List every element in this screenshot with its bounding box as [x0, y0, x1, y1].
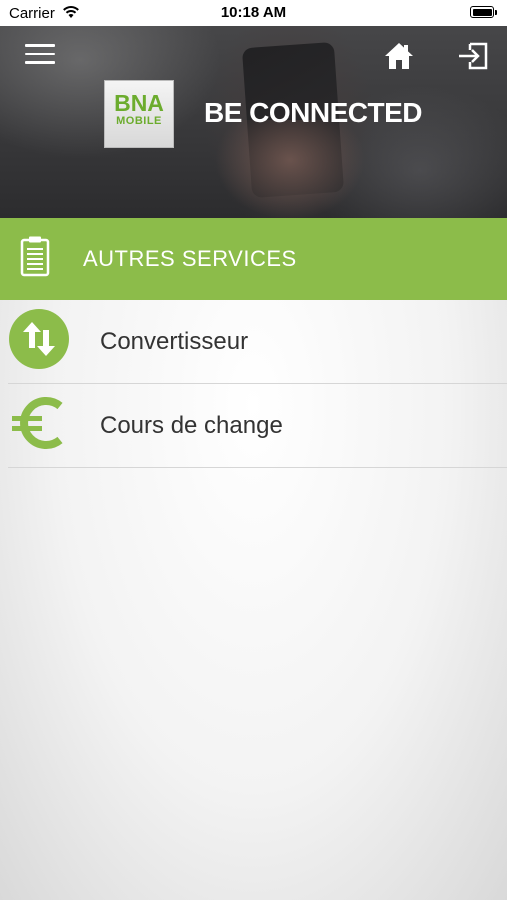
battery-icon: [470, 6, 494, 18]
home-button[interactable]: [383, 40, 415, 72]
header-banner: BNA MOBILE BE CONNECTED: [0, 0, 507, 218]
home-icon: [385, 43, 413, 69]
convert-arrows-icon: [9, 309, 69, 369]
battery-tip: [495, 10, 497, 15]
divider: [8, 467, 507, 468]
tagline: BE CONNECTED: [204, 97, 423, 128]
logout-button[interactable]: [456, 40, 490, 72]
status-time: 10:18 AM: [220, 4, 287, 21]
list-item-convertisseur[interactable]: Convertisseur: [0, 300, 507, 384]
menu-icon-line: [25, 44, 55, 47]
list-item-cours-de-change[interactable]: Cours de change: [0, 384, 507, 468]
logo-text-bna: BNA: [114, 90, 164, 116]
menu-icon-line: [25, 52, 55, 55]
banner-photo-hands: [215, 120, 365, 218]
euro-icon: [12, 397, 63, 449]
list-item-label: Cours de change: [100, 412, 283, 439]
menu-button[interactable]: [25, 44, 55, 66]
bna-mobile-logo: BNA MOBILE: [104, 80, 174, 148]
logo-text-mobile: MOBILE: [116, 115, 162, 127]
section-title: AUTRES SERVICES: [83, 246, 297, 271]
menu-icon-line: [25, 61, 55, 64]
list-item-label: Convertisseur: [100, 328, 249, 355]
logout-icon: [459, 42, 488, 70]
status-bar: Carrier 10:18 AM: [0, 0, 507, 26]
clipboard-icon: [20, 236, 50, 277]
